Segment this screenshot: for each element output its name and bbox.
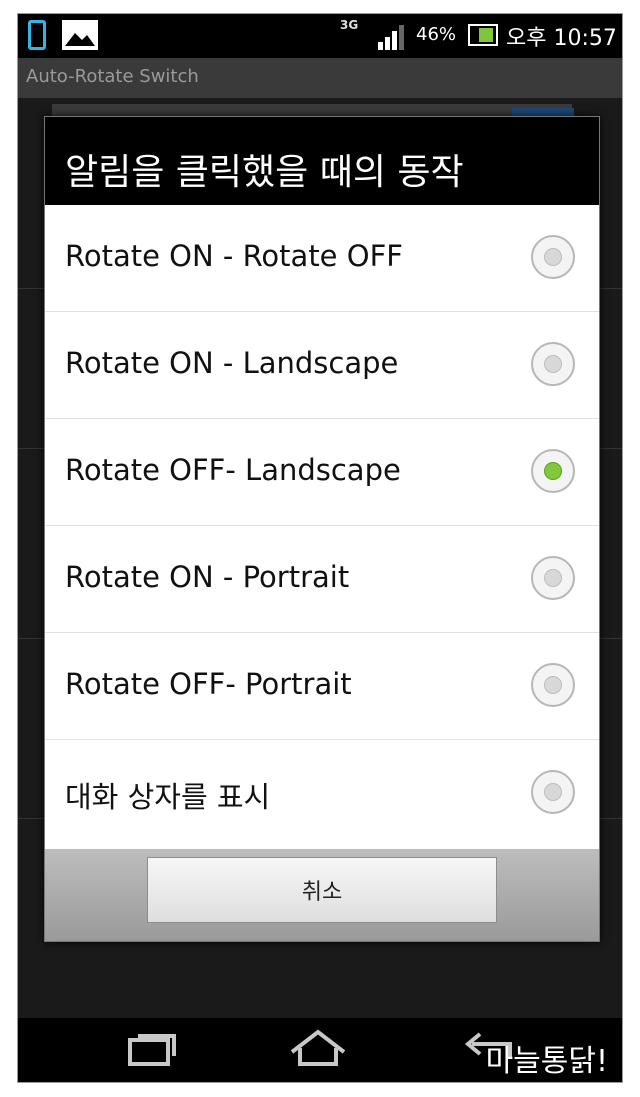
option-label: Rotate ON - Rotate OFF xyxy=(65,239,403,273)
radio-button-selected[interactable] xyxy=(531,449,575,493)
action-dialog: 알림을 클릭했을 때의 동작 Rotate ON - Rotate OFF Ro… xyxy=(44,116,600,942)
dialog-header: 알림을 클릭했을 때의 동작 xyxy=(45,117,599,203)
cancel-button[interactable]: 취소 xyxy=(147,857,497,923)
home-icon[interactable] xyxy=(288,1028,348,1072)
navigation-bar: 마늘통닭! xyxy=(18,1018,622,1082)
radio-button[interactable] xyxy=(531,663,575,707)
radio-button[interactable] xyxy=(531,342,575,386)
phone-notification-icon xyxy=(28,20,46,50)
option-rotate-on-landscape[interactable]: Rotate ON - Landscape xyxy=(45,312,599,419)
dialog-title: 알림을 클릭했을 때의 동작 xyxy=(65,152,464,193)
option-rotate-off-landscape[interactable]: Rotate OFF- Landscape xyxy=(45,419,599,526)
battery-icon xyxy=(468,24,498,46)
option-rotate-on-portrait[interactable]: Rotate ON - Portrait xyxy=(45,526,599,633)
phone-screen: 3G 46% 오후 10:57 Auto-Rotate Switch 알림을 클… xyxy=(17,13,623,1083)
radio-button[interactable] xyxy=(531,235,575,279)
option-label: Rotate ON - Portrait xyxy=(65,560,350,594)
radio-button[interactable] xyxy=(531,556,575,600)
option-show-dialog[interactable]: 대화 상자를 표시 xyxy=(45,740,599,847)
option-label: Rotate OFF- Portrait xyxy=(65,667,352,701)
option-rotate-off-portrait[interactable]: Rotate OFF- Portrait xyxy=(45,633,599,740)
option-label: Rotate ON - Landscape xyxy=(65,346,399,380)
dialog-button-bar: 취소 xyxy=(45,849,599,941)
battery-percent: 46% xyxy=(416,24,457,45)
option-label: Rotate OFF- Landscape xyxy=(65,453,401,487)
clock: 오후 10:57 xyxy=(506,26,617,51)
signal-icon xyxy=(378,24,408,50)
option-rotate-on-rotate-off[interactable]: Rotate ON - Rotate OFF xyxy=(45,205,599,312)
network-type: 3G xyxy=(340,18,359,32)
image-notification-icon xyxy=(62,20,98,50)
status-bar: 3G 46% 오후 10:57 xyxy=(18,14,622,58)
app-title: Auto-Rotate Switch xyxy=(26,66,199,87)
option-label: 대화 상자를 표시 xyxy=(65,780,271,814)
option-list: Rotate ON - Rotate OFF Rotate ON - Lands… xyxy=(45,205,599,849)
watermark: 마늘통닭! xyxy=(485,1044,608,1079)
radio-button[interactable] xyxy=(531,770,575,814)
recent-apps-icon[interactable] xyxy=(126,1028,180,1072)
app-title-bar: Auto-Rotate Switch xyxy=(18,58,622,98)
